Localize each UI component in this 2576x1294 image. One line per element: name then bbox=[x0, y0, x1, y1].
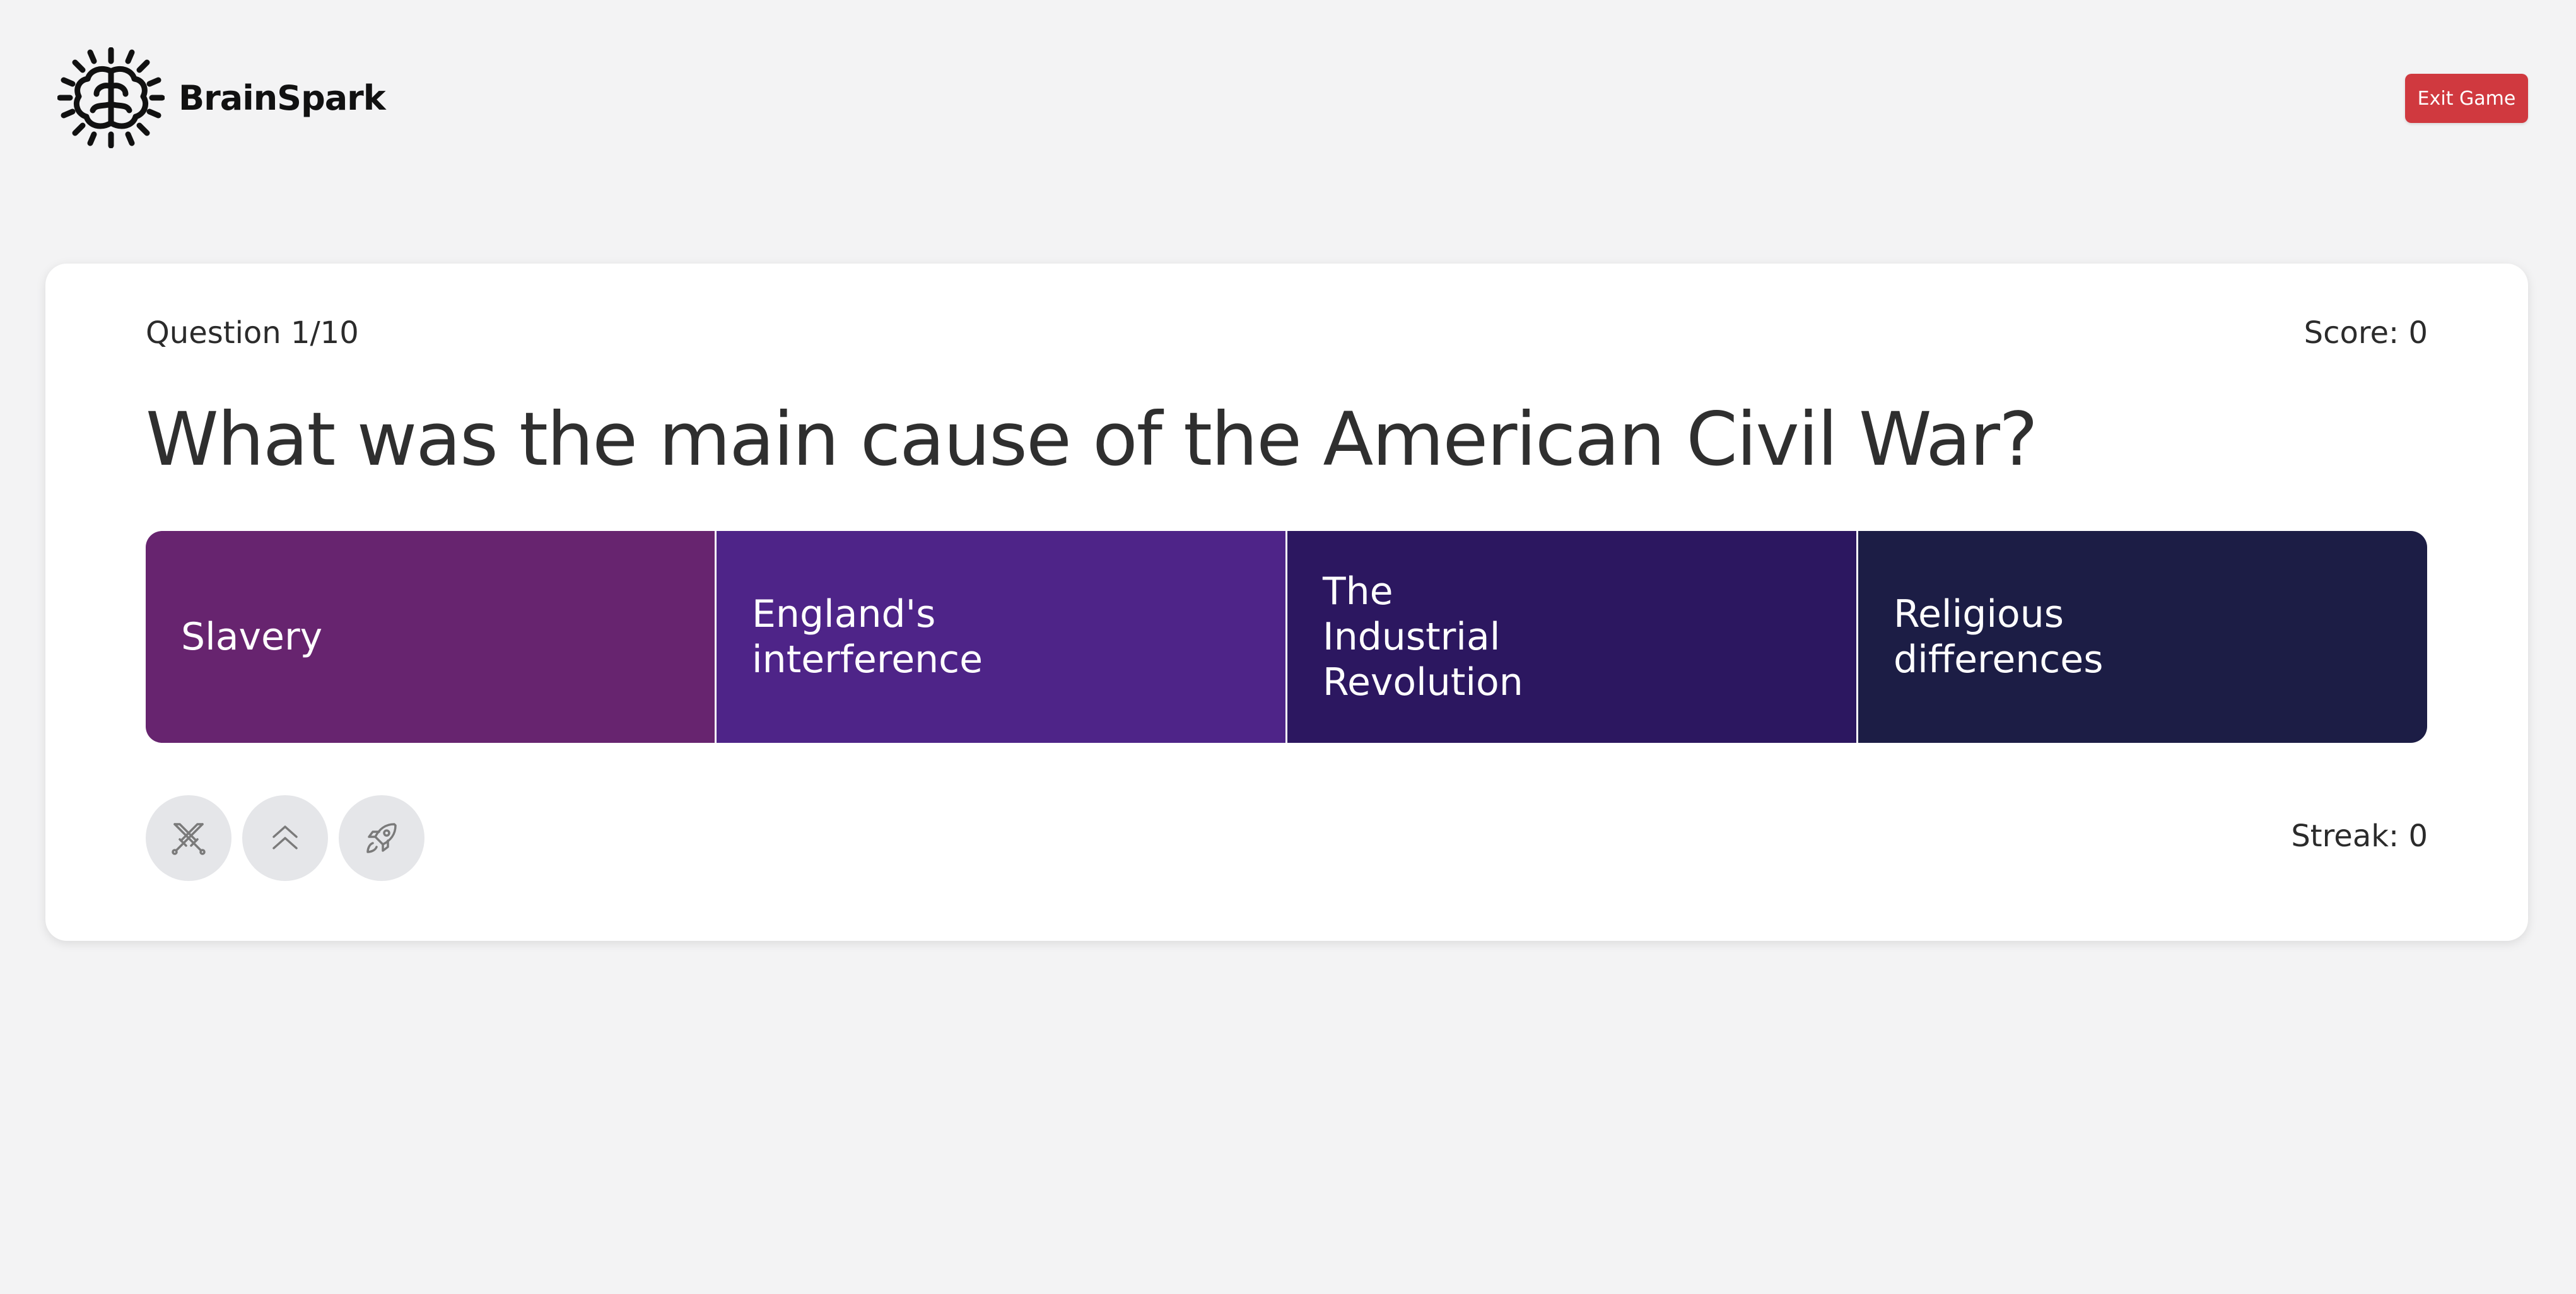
powerup-rocket-button[interactable] bbox=[339, 795, 424, 881]
rocket-icon bbox=[366, 823, 397, 853]
double-chevron-up-icon bbox=[272, 825, 298, 849]
answer-option-1[interactable]: Slavery bbox=[146, 531, 715, 743]
answer-label: The Industrial Revolution bbox=[1323, 569, 1523, 704]
question-counter: Question 1/10 bbox=[146, 315, 359, 351]
app-logo: BrainSpark bbox=[57, 47, 386, 148]
brain-spark-icon bbox=[57, 47, 165, 148]
quiz-card: Question 1/10 Score: 0 What was the main… bbox=[45, 264, 2528, 941]
answer-options: Slavery England's interference The Indus… bbox=[146, 531, 2427, 743]
powerup-bar bbox=[146, 795, 424, 881]
answer-option-3[interactable]: The Industrial Revolution bbox=[1285, 531, 1856, 743]
answer-label: Slavery bbox=[181, 615, 323, 659]
score-display: Score: 0 bbox=[2304, 315, 2428, 351]
crossed-swords-icon bbox=[172, 823, 206, 855]
answer-option-4[interactable]: Religious differences bbox=[1856, 531, 2427, 743]
answer-label: Religious differences bbox=[1894, 592, 2104, 682]
app-name: BrainSpark bbox=[179, 78, 386, 118]
question-text: What was the main cause of the American … bbox=[146, 396, 2038, 482]
exit-game-button[interactable]: Exit Game bbox=[2405, 74, 2528, 123]
answer-label: England's interference bbox=[752, 592, 983, 682]
streak-display: Streak: 0 bbox=[2291, 819, 2428, 854]
answer-option-2[interactable]: England's interference bbox=[715, 531, 1285, 743]
powerup-swords-button[interactable] bbox=[146, 795, 231, 881]
top-bar: BrainSpark Exit Game bbox=[0, 0, 2576, 195]
powerup-double-chevron-button[interactable] bbox=[242, 795, 328, 881]
